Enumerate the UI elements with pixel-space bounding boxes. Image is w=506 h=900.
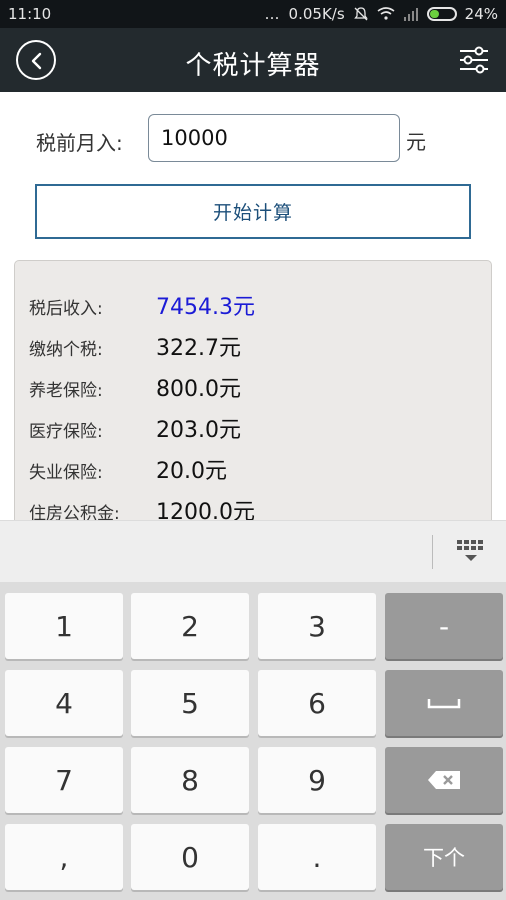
income-input[interactable] [148, 114, 400, 162]
page-title: 个税计算器 [185, 51, 321, 81]
keyboard-switch-icon[interactable] [456, 538, 486, 566]
space-icon [427, 699, 461, 709]
result-value: 7454.3元 [156, 295, 255, 320]
result-value: 800.0元 [156, 377, 241, 402]
mute-bell-icon [353, 7, 368, 21]
key-space[interactable] [385, 670, 503, 736]
income-label: 税前月入: [36, 131, 123, 155]
network-speed: 0.05K/s [288, 5, 345, 23]
key-6[interactable]: 6 [258, 670, 376, 736]
start-calculation-button[interactable]: 开始计算 [35, 184, 471, 239]
income-unit: 元 [406, 130, 426, 154]
key-minus[interactable]: - [385, 593, 503, 659]
key-8[interactable]: 8 [131, 747, 249, 813]
result-row-pension: 养老保险: 800.0元 [29, 371, 241, 403]
toolbar-divider [432, 535, 433, 569]
more-dots-icon: … [264, 5, 281, 23]
key-0[interactable]: 0 [131, 824, 249, 890]
settings-button[interactable] [458, 44, 490, 76]
result-value: 203.0元 [156, 418, 241, 443]
result-row-unemployment: 失业保险: 20.0元 [29, 453, 227, 485]
key-period[interactable]: . [258, 824, 376, 890]
result-label: 税后收入: [29, 299, 103, 319]
status-time: 11:10 [8, 5, 52, 23]
status-bar: 11:10 … 0.05K/s 24% [0, 0, 506, 28]
result-value: 20.0元 [156, 459, 227, 484]
key-1[interactable]: 1 [5, 593, 123, 659]
results-panel: 税后收入: 7454.3元 缴纳个税: 322.7元 养老保险: 800.0元 … [14, 260, 492, 530]
title-bar: 个税计算器 [0, 28, 506, 92]
settings-sliders-icon [460, 46, 488, 74]
keyboard-toolbar [0, 520, 506, 582]
key-9[interactable]: 9 [258, 747, 376, 813]
key-4[interactable]: 4 [5, 670, 123, 736]
result-label: 缴纳个税: [29, 340, 103, 360]
key-7[interactable]: 7 [5, 747, 123, 813]
wifi-icon [377, 7, 395, 20]
key-next[interactable]: 下个 [385, 824, 503, 890]
numeric-keyboard: 1 2 3 - 4 5 6 7 8 9 , 0 . 下个 [0, 582, 506, 900]
key-3[interactable]: 3 [258, 593, 376, 659]
battery-icon [426, 7, 457, 21]
signal-icon [403, 8, 418, 21]
key-comma[interactable]: , [5, 824, 123, 890]
result-label: 医疗保险: [29, 422, 103, 442]
status-right: … 0.05K/s 24% [265, 5, 498, 23]
key-backspace[interactable] [385, 747, 503, 813]
result-value: 322.7元 [156, 336, 241, 361]
result-label: 养老保险: [29, 381, 103, 401]
key-5[interactable]: 5 [131, 670, 249, 736]
result-row-after-tax: 税后收入: 7454.3元 [29, 289, 255, 321]
key-2[interactable]: 2 [131, 593, 249, 659]
result-row-tax: 缴纳个税: 322.7元 [29, 330, 241, 362]
result-row-medical: 医疗保险: 203.0元 [29, 412, 241, 444]
backspace-icon [428, 771, 460, 789]
result-label: 失业保险: [29, 463, 103, 483]
battery-percent: 24% [464, 5, 498, 23]
